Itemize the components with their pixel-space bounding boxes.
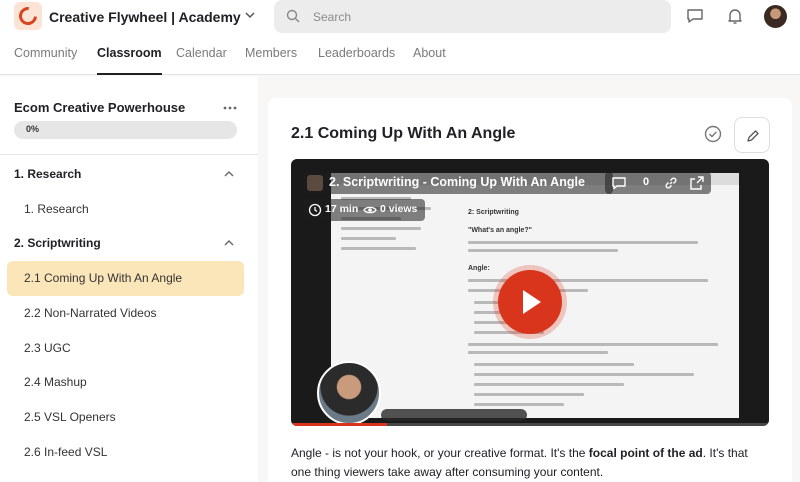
video-title: 2. Scriptwriting - Coming Up With An Ang…	[329, 175, 585, 189]
presenter-facecam	[317, 361, 381, 425]
more-options-icon[interactable]	[222, 100, 238, 116]
tab-classroom[interactable]: Classroom	[97, 44, 162, 75]
logo-mark	[15, 3, 41, 29]
lesson-2-3[interactable]: 2.3 UGC	[7, 331, 244, 366]
external-link-icon[interactable]	[689, 175, 705, 191]
comment-icon[interactable]	[611, 175, 627, 191]
search-bar[interactable]	[274, 0, 671, 33]
tab-about[interactable]: About	[413, 44, 446, 75]
tab-calendar[interactable]: Calendar	[176, 44, 227, 75]
module-research[interactable]: 1. Research	[14, 167, 81, 181]
doc-heading: 2: Scriptwriting	[468, 209, 519, 216]
doc-section: Angle:	[468, 265, 490, 272]
channel-icon	[307, 175, 323, 191]
lesson-label: 2.5 VSL Openers	[24, 410, 116, 424]
mark-complete-icon[interactable]	[704, 125, 722, 143]
lesson-2-2[interactable]: 2.2 Non-Narrated Videos	[7, 296, 244, 331]
lesson-2-6[interactable]: 2.6 In-feed VSL	[7, 435, 244, 470]
description-emphasis: focal point of the ad	[588, 446, 703, 460]
course-title: Ecom Creative Powerhouse	[14, 100, 186, 115]
video-progress-bar[interactable]	[291, 423, 769, 426]
course-progress-label: 0%	[26, 124, 40, 134]
pencil-icon	[747, 130, 759, 142]
lesson-label: 2.6 In-feed VSL	[24, 445, 108, 459]
play-button[interactable]	[498, 270, 562, 334]
lesson-research[interactable]: 1. Research	[7, 192, 244, 227]
lesson-title: 2.1 Coming Up With An Angle	[291, 125, 516, 142]
chat-icon[interactable]	[685, 6, 705, 26]
lesson-label: 1. Research	[24, 202, 89, 216]
brand-name[interactable]: Creative Flywheel | Academy	[49, 9, 241, 25]
comment-count: 0	[643, 176, 650, 188]
top-header: Creative Flywheel | Academy Community Cl…	[0, 0, 800, 75]
course-progress-bar: 0%	[14, 121, 237, 139]
recording-controls	[381, 409, 527, 421]
chevron-down-icon[interactable]	[243, 8, 257, 22]
lesson-2-1[interactable]: 2.1 Coming Up With An Angle	[7, 261, 244, 296]
lesson-description: Angle - is not your hook, or your creati…	[291, 444, 769, 482]
sidebar-divider	[0, 154, 258, 155]
tab-community[interactable]: Community	[14, 44, 77, 75]
lesson-2-4[interactable]: 2.4 Mashup	[7, 365, 244, 400]
user-avatar[interactable]	[764, 5, 787, 28]
lesson-label: 2.1 Coming Up With An Angle	[24, 271, 183, 285]
lesson-2-5[interactable]: 2.5 VSL Openers	[7, 400, 244, 435]
chevron-up-icon[interactable]	[222, 167, 236, 181]
bell-icon[interactable]	[725, 6, 745, 26]
video-meta: 17 min 0 views	[303, 199, 425, 221]
video-title-bar: 2. Scriptwriting - Coming Up With An Ang…	[303, 172, 613, 194]
lesson-label: 2.4 Mashup	[24, 375, 87, 389]
lesson-content: 2.1 Coming Up With An Angle 2: Scriptwri…	[268, 98, 792, 482]
search-input[interactable]	[313, 0, 653, 33]
chevron-up-icon[interactable]	[222, 236, 236, 250]
edit-lesson-button[interactable]	[734, 117, 770, 153]
tab-members[interactable]: Members	[245, 44, 297, 75]
link-icon[interactable]	[663, 175, 679, 191]
search-icon	[286, 9, 300, 23]
active-tab-underline	[97, 73, 162, 75]
course-sidebar: Ecom Creative Powerhouse 0% 1. Research …	[0, 76, 258, 482]
eye-icon	[363, 206, 377, 214]
clock-icon	[308, 203, 322, 217]
video-progress-fill	[291, 423, 387, 426]
tab-leaderboards[interactable]: Leaderboards	[318, 44, 395, 75]
doc-subheading: "What's an angle?"	[468, 227, 532, 234]
video-views: 0 views	[380, 203, 418, 215]
video-actions: 0	[605, 172, 711, 194]
description-text: Angle - is not your hook, or your creati…	[291, 446, 589, 460]
academy-logo[interactable]	[14, 2, 42, 30]
video-player[interactable]: 2: Scriptwriting "What's an angle?" Angl…	[291, 159, 769, 426]
video-duration: 17 min	[325, 203, 359, 215]
lesson-label: 2.2 Non-Narrated Videos	[24, 306, 157, 320]
lesson-label: 2.3 UGC	[24, 341, 71, 355]
module-scriptwriting[interactable]: 2. Scriptwriting	[14, 236, 101, 250]
